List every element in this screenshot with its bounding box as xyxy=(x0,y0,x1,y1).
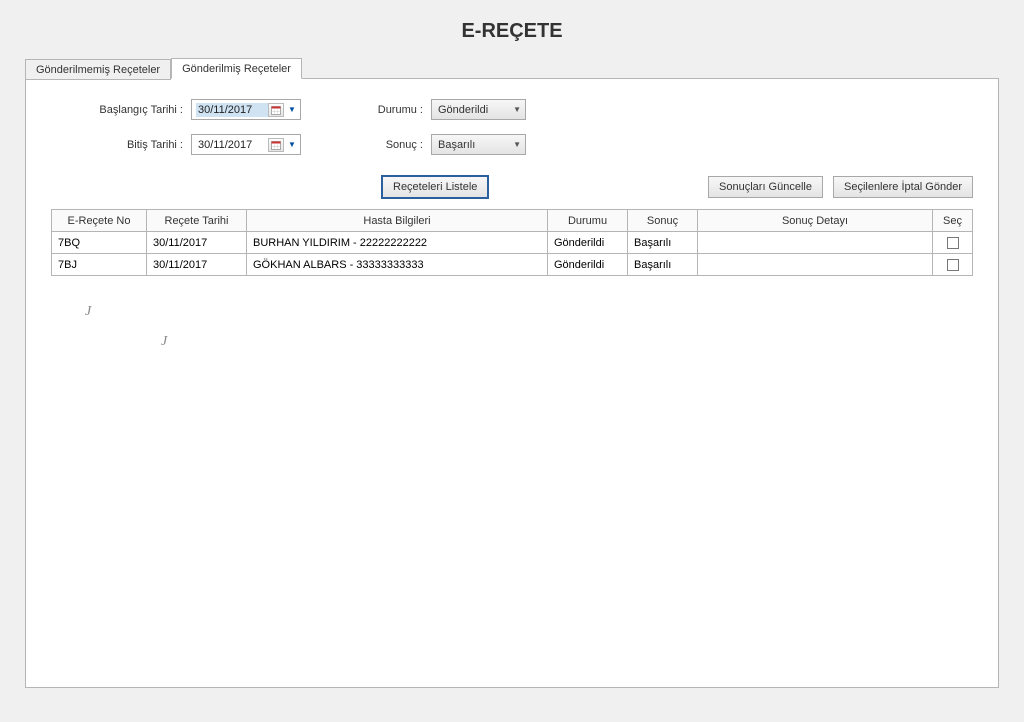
status-chevron-down-icon: ▼ xyxy=(513,105,521,114)
tab-panel-sent: Başlangıç Tarihi : 30/11/2017 ▼ Durumu :… xyxy=(25,78,999,688)
cell-detail xyxy=(698,232,933,254)
cell-date: 30/11/2017 xyxy=(147,254,247,276)
cell-patient: BURHAN YILDIRIM - 22222222222 xyxy=(247,232,548,254)
cell-result: Başarılı xyxy=(628,254,698,276)
decorative-carets: J J xyxy=(51,276,973,356)
result-combo[interactable]: Başarılı ▼ xyxy=(431,134,526,155)
cell-patient: GÖKHAN ALBARS - 33333333333 xyxy=(247,254,548,276)
col-header-detail[interactable]: Sonuç Detayı xyxy=(698,210,933,232)
send-cancel-button[interactable]: Seçilenlere İptal Gönder xyxy=(833,176,973,198)
col-header-no[interactable]: E-Reçete No xyxy=(52,210,147,232)
result-chevron-down-icon: ▼ xyxy=(513,140,521,149)
page-title: E-REÇETE xyxy=(0,0,1024,58)
action-row: Reçeteleri Listele Sonuçları Güncelle Se… xyxy=(51,175,973,199)
status-value: Gönderildi xyxy=(438,104,488,116)
update-results-button[interactable]: Sonuçları Güncelle xyxy=(708,176,823,198)
col-header-status[interactable]: Durumu xyxy=(548,210,628,232)
tabs-container: Gönderilmemiş Reçeteler Gönderilmiş Reçe… xyxy=(25,58,999,688)
col-header-patient[interactable]: Hasta Bilgileri xyxy=(247,210,548,232)
end-date-chevron-down-icon: ▼ xyxy=(286,140,298,149)
tab-sent[interactable]: Gönderilmiş Reçeteler xyxy=(171,58,302,79)
status-combo[interactable]: Gönderildi ▼ xyxy=(431,99,526,120)
start-date-value: 30/11/2017 xyxy=(196,103,268,117)
prescriptions-table: E-Reçete No Reçete Tarihi Hasta Bilgiler… xyxy=(51,209,973,276)
result-value: Başarılı xyxy=(438,139,475,151)
tab-unsent[interactable]: Gönderilmemiş Reçeteler xyxy=(25,59,171,80)
start-date-label: Başlangıç Tarihi : xyxy=(51,104,191,116)
cell-result: Başarılı xyxy=(628,232,698,254)
result-label: Sonuç : xyxy=(301,139,431,151)
row-checkbox[interactable] xyxy=(947,237,959,249)
cell-date: 30/11/2017 xyxy=(147,232,247,254)
cell-no: 7BQ xyxy=(52,232,147,254)
filter-row-start: Başlangıç Tarihi : 30/11/2017 ▼ Durumu :… xyxy=(51,99,973,120)
col-header-result[interactable]: Sonuç xyxy=(628,210,698,232)
cell-detail xyxy=(698,254,933,276)
end-date-label: Bitiş Tarihi : xyxy=(51,139,191,151)
cell-select xyxy=(933,254,973,276)
col-header-date[interactable]: Reçete Tarihi xyxy=(147,210,247,232)
cell-status: Gönderildi xyxy=(548,254,628,276)
table-row[interactable]: 7BJ30/11/2017GÖKHAN ALBARS - 33333333333… xyxy=(52,254,973,276)
calendar-icon xyxy=(268,103,284,117)
col-header-select[interactable]: Seç xyxy=(933,210,973,232)
end-date-value: 30/11/2017 xyxy=(196,138,268,152)
cell-select xyxy=(933,232,973,254)
cell-status: Gönderildi xyxy=(548,232,628,254)
cell-no: 7BJ xyxy=(52,254,147,276)
filter-row-end: Bitiş Tarihi : 30/11/2017 ▼ Sonuç : Başa… xyxy=(51,134,973,155)
start-date-chevron-down-icon: ▼ xyxy=(286,105,298,114)
table-header-row: E-Reçete No Reçete Tarihi Hasta Bilgiler… xyxy=(52,210,973,232)
start-date-input[interactable]: 30/11/2017 ▼ xyxy=(191,99,301,120)
list-prescriptions-button[interactable]: Reçeteleri Listele xyxy=(381,175,489,199)
status-label: Durumu : xyxy=(301,104,431,116)
calendar-icon xyxy=(268,138,284,152)
row-checkbox[interactable] xyxy=(947,259,959,271)
table-row[interactable]: 7BQ30/11/2017BURHAN YILDIRIM - 222222222… xyxy=(52,232,973,254)
end-date-input[interactable]: 30/11/2017 ▼ xyxy=(191,134,301,155)
